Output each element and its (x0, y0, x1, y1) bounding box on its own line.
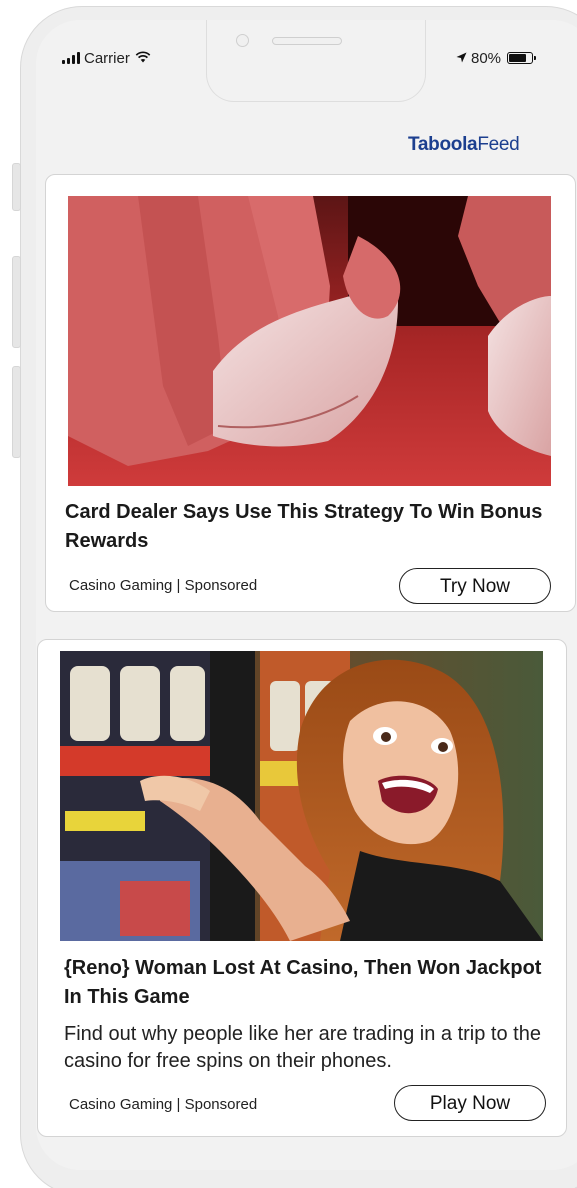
front-camera (236, 34, 249, 47)
phone-side-button-volume-up (12, 256, 21, 348)
ad-card-2-image[interactable] (60, 651, 543, 941)
ad-card-2-source: Casino Gaming | Sponsored (69, 1096, 258, 1113)
ad-card-1-headline[interactable]: Card Dealer Says Use This Strategy To Wi… (65, 498, 555, 556)
taboola-feed-logo: TaboolaFeed (408, 134, 520, 156)
carrier-name: Carrier (84, 49, 130, 67)
ad-card-1-source: Casino Gaming | Sponsored (69, 577, 258, 594)
logo-light-text: Feed (477, 134, 520, 155)
status-bar-left: Carrier (62, 48, 151, 68)
wifi-icon (135, 50, 151, 67)
ad-card-2-headline[interactable]: {Reno} Woman Lost At Casino, Then Won Ja… (64, 954, 544, 1012)
ad-card-1[interactable]: Card Dealer Says Use This Strategy To Wi… (45, 174, 576, 612)
ad-card-2[interactable]: {Reno} Woman Lost At Casino, Then Won Ja… (37, 639, 567, 1137)
try-now-button[interactable]: Try Now (399, 568, 551, 604)
location-arrow-icon (456, 50, 467, 67)
ad-card-2-description: Find out why people like her are trading… (64, 1023, 541, 1072)
earpiece-speaker (272, 37, 342, 45)
status-bar-right: 80% (456, 48, 537, 68)
play-now-button[interactable]: Play Now (394, 1085, 546, 1121)
logo-bold-text: Taboola (408, 134, 478, 155)
battery-icon (507, 52, 537, 64)
phone-side-button-volume-down (12, 366, 21, 458)
app-mockup: Carrier 80% TaboolaFeed Card Dealer Says… (0, 0, 577, 1188)
battery-percent: 80% (471, 49, 502, 67)
ad-card-1-image[interactable] (68, 196, 551, 486)
phone-notch (206, 20, 426, 102)
signal-icon (62, 52, 80, 64)
phone-side-button-mute (12, 163, 21, 211)
